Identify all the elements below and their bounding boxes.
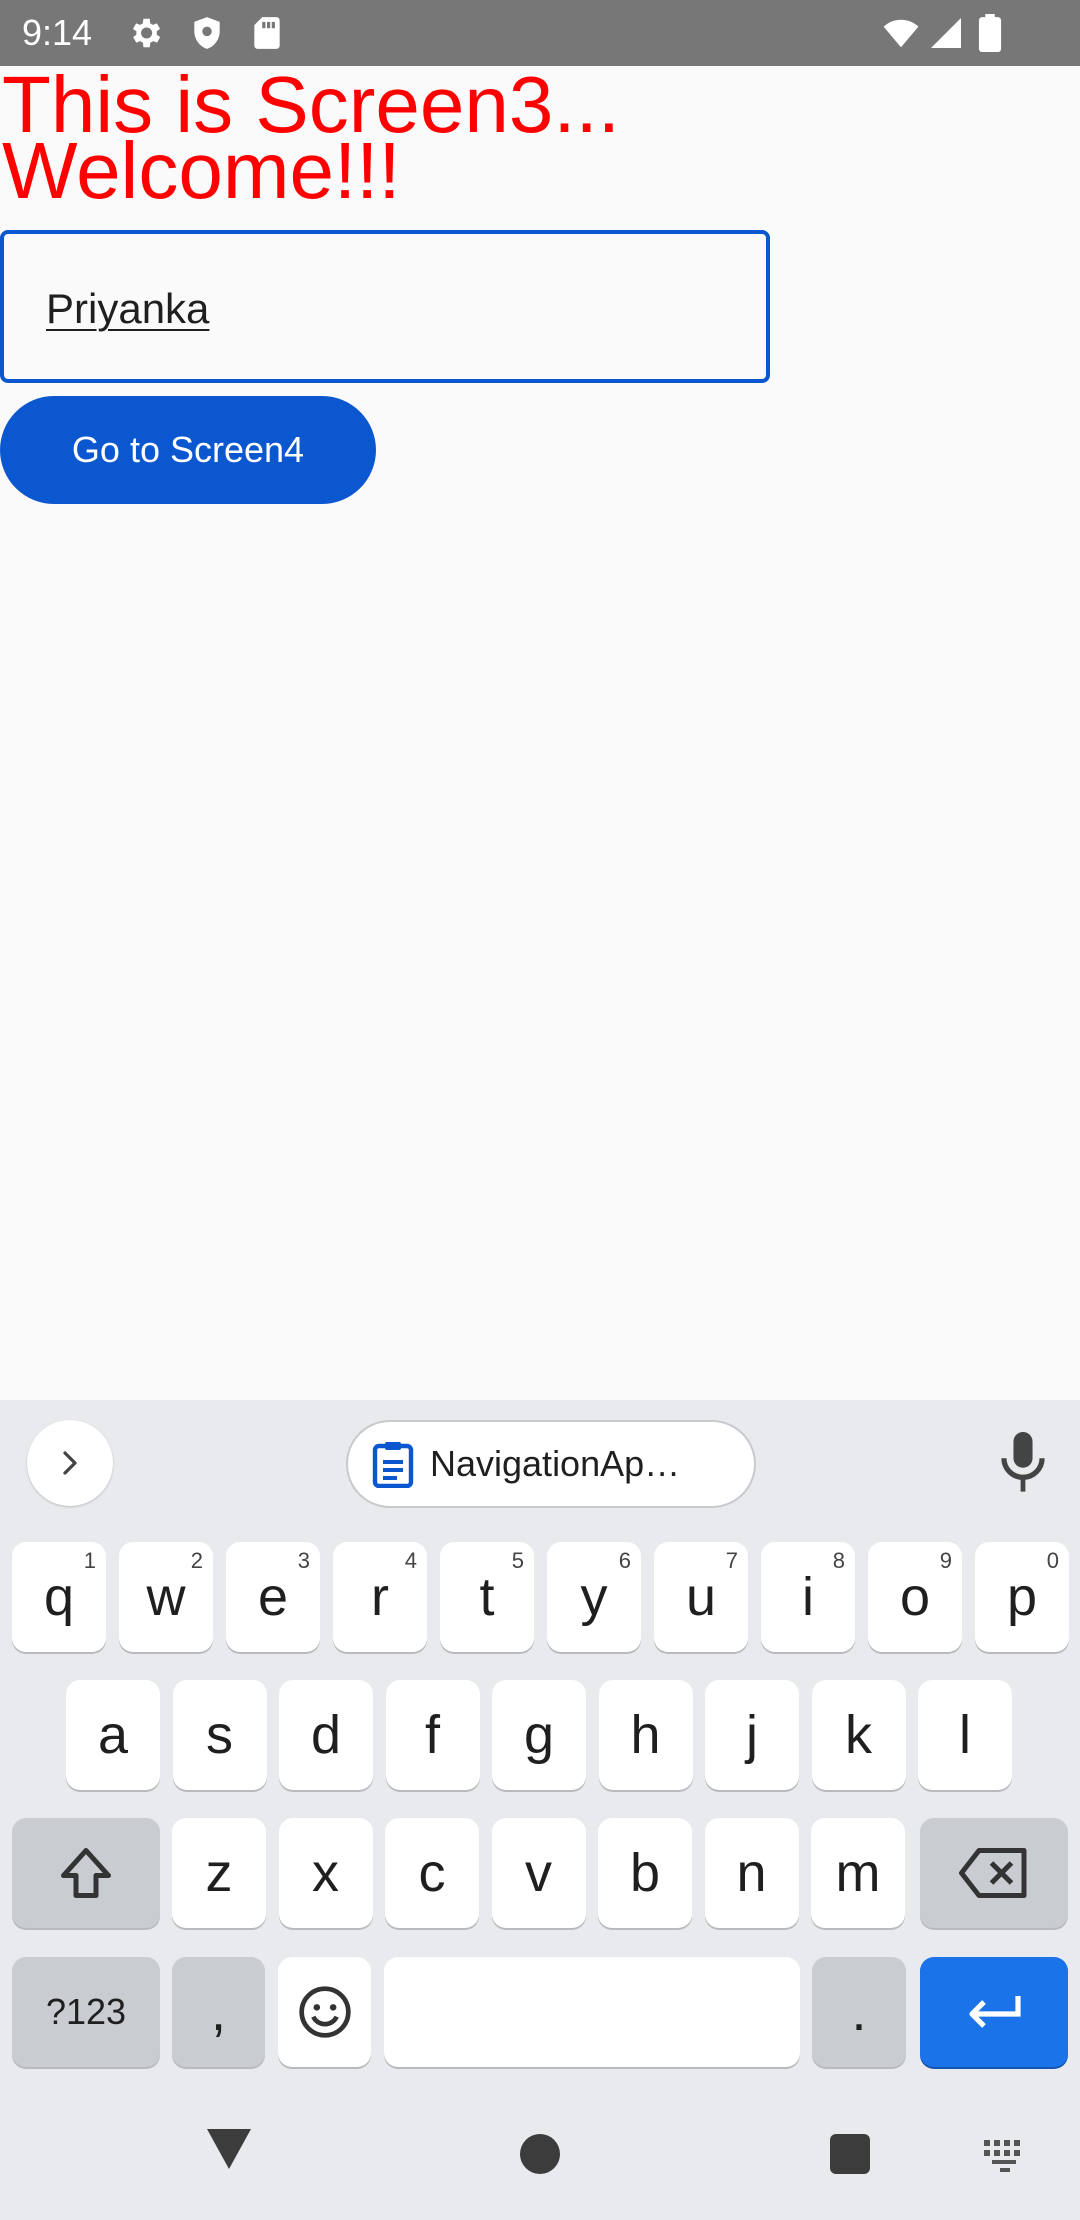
key-label: w bbox=[146, 1567, 186, 1627]
key-hint: 0 bbox=[1046, 1548, 1059, 1573]
shield-icon bbox=[188, 14, 226, 52]
key-f[interactable]: f bbox=[385, 1680, 480, 1790]
key-n[interactable]: n bbox=[704, 1818, 799, 1928]
emoji-icon bbox=[298, 1986, 351, 2038]
key-hint: 6 bbox=[618, 1548, 631, 1573]
key-b[interactable]: b bbox=[598, 1818, 692, 1928]
backspace-icon bbox=[959, 1848, 1027, 1898]
key-label: y bbox=[580, 1567, 608, 1627]
status-time: 9:14 bbox=[22, 12, 93, 53]
key-t[interactable]: t5 bbox=[440, 1542, 534, 1652]
key-label: o bbox=[899, 1567, 931, 1627]
key-u[interactable]: u7 bbox=[654, 1542, 748, 1652]
space-key[interactable] bbox=[384, 1957, 800, 2067]
key-y[interactable]: y6 bbox=[547, 1542, 641, 1652]
key-hint: 5 bbox=[511, 1548, 524, 1573]
gear-icon bbox=[126, 14, 164, 52]
status-bar: 9:14 bbox=[0, 0, 1080, 66]
wifi-icon bbox=[880, 14, 922, 52]
key-h[interactable]: h bbox=[598, 1680, 693, 1790]
period-key[interactable]: . bbox=[812, 1957, 906, 2067]
go-to-screen4-button[interactable]: Go to Screen4 bbox=[0, 396, 376, 504]
chevron-right-icon bbox=[63, 1451, 77, 1475]
on-screen-keyboard: NavigationAp… ?123 , . q1w2e3r4t5y6u7i8o… bbox=[0, 1400, 1080, 2220]
key-label: r bbox=[371, 1567, 389, 1627]
key-label: t bbox=[479, 1567, 495, 1627]
shift-key[interactable] bbox=[12, 1818, 160, 1928]
key-g[interactable]: g bbox=[492, 1680, 586, 1790]
key-z[interactable]: z bbox=[172, 1818, 266, 1928]
key-hint: 3 bbox=[297, 1548, 310, 1573]
key-label: p bbox=[1006, 1567, 1038, 1627]
key-hint: 1 bbox=[83, 1548, 96, 1573]
key-d[interactable]: d bbox=[279, 1680, 373, 1790]
key-label: e bbox=[257, 1567, 289, 1627]
key-a[interactable]: a bbox=[66, 1680, 160, 1790]
page-title: This is Screen3... Welcome!!! bbox=[2, 65, 1002, 211]
key-hint: 9 bbox=[939, 1548, 952, 1573]
key-s[interactable]: s bbox=[172, 1680, 267, 1790]
comma-key[interactable]: , bbox=[172, 1957, 265, 2067]
clipboard-suggestion-chip[interactable]: NavigationAp… bbox=[346, 1420, 756, 1508]
nav-back-icon[interactable] bbox=[205, 2127, 253, 2171]
key-k[interactable]: k bbox=[811, 1680, 906, 1790]
key-q[interactable]: q1 bbox=[12, 1542, 106, 1652]
key-hint: 2 bbox=[190, 1548, 203, 1573]
key-hint: 7 bbox=[725, 1548, 738, 1573]
key-i[interactable]: i8 bbox=[761, 1542, 855, 1652]
keyboard-expand-button[interactable] bbox=[27, 1420, 113, 1506]
backspace-key[interactable] bbox=[920, 1818, 1068, 1928]
symbols-key[interactable]: ?123 bbox=[12, 1957, 160, 2067]
key-label: i bbox=[802, 1567, 814, 1627]
battery-icon bbox=[976, 14, 1004, 52]
key-label: q bbox=[43, 1567, 75, 1627]
microphone-icon[interactable] bbox=[998, 1432, 1048, 1494]
keyboard-switch-icon[interactable] bbox=[984, 2140, 1028, 2172]
key-r[interactable]: r4 bbox=[333, 1542, 427, 1652]
key-c[interactable]: c bbox=[385, 1818, 479, 1928]
name-input-value: Priyanka bbox=[46, 285, 210, 332]
cell-signal-icon bbox=[928, 14, 964, 52]
key-v[interactable]: v bbox=[491, 1818, 586, 1928]
key-hint: 8 bbox=[832, 1548, 845, 1573]
sd-card-icon bbox=[248, 14, 286, 52]
nav-recents-button[interactable] bbox=[830, 2134, 870, 2174]
enter-icon bbox=[969, 1996, 1021, 2028]
clipboard-icon bbox=[372, 1442, 414, 1488]
clipboard-chip-label: NavigationAp… bbox=[430, 1443, 681, 1484]
key-e[interactable]: e3 bbox=[226, 1542, 320, 1652]
key-w[interactable]: w2 bbox=[119, 1542, 213, 1652]
shift-icon bbox=[61, 1848, 111, 1898]
key-label: u bbox=[685, 1567, 717, 1627]
emoji-key[interactable] bbox=[278, 1957, 371, 2067]
key-m[interactable]: m bbox=[811, 1818, 905, 1928]
key-o[interactable]: o9 bbox=[868, 1542, 962, 1652]
key-l[interactable]: l bbox=[918, 1680, 1012, 1790]
key-p[interactable]: p0 bbox=[975, 1542, 1069, 1652]
name-input[interactable]: Priyanka bbox=[0, 230, 770, 383]
key-x[interactable]: x bbox=[278, 1818, 373, 1928]
enter-key[interactable] bbox=[920, 1957, 1068, 2067]
key-hint: 4 bbox=[404, 1548, 417, 1573]
nav-home-button[interactable] bbox=[520, 2134, 560, 2174]
key-j[interactable]: j bbox=[705, 1680, 799, 1790]
